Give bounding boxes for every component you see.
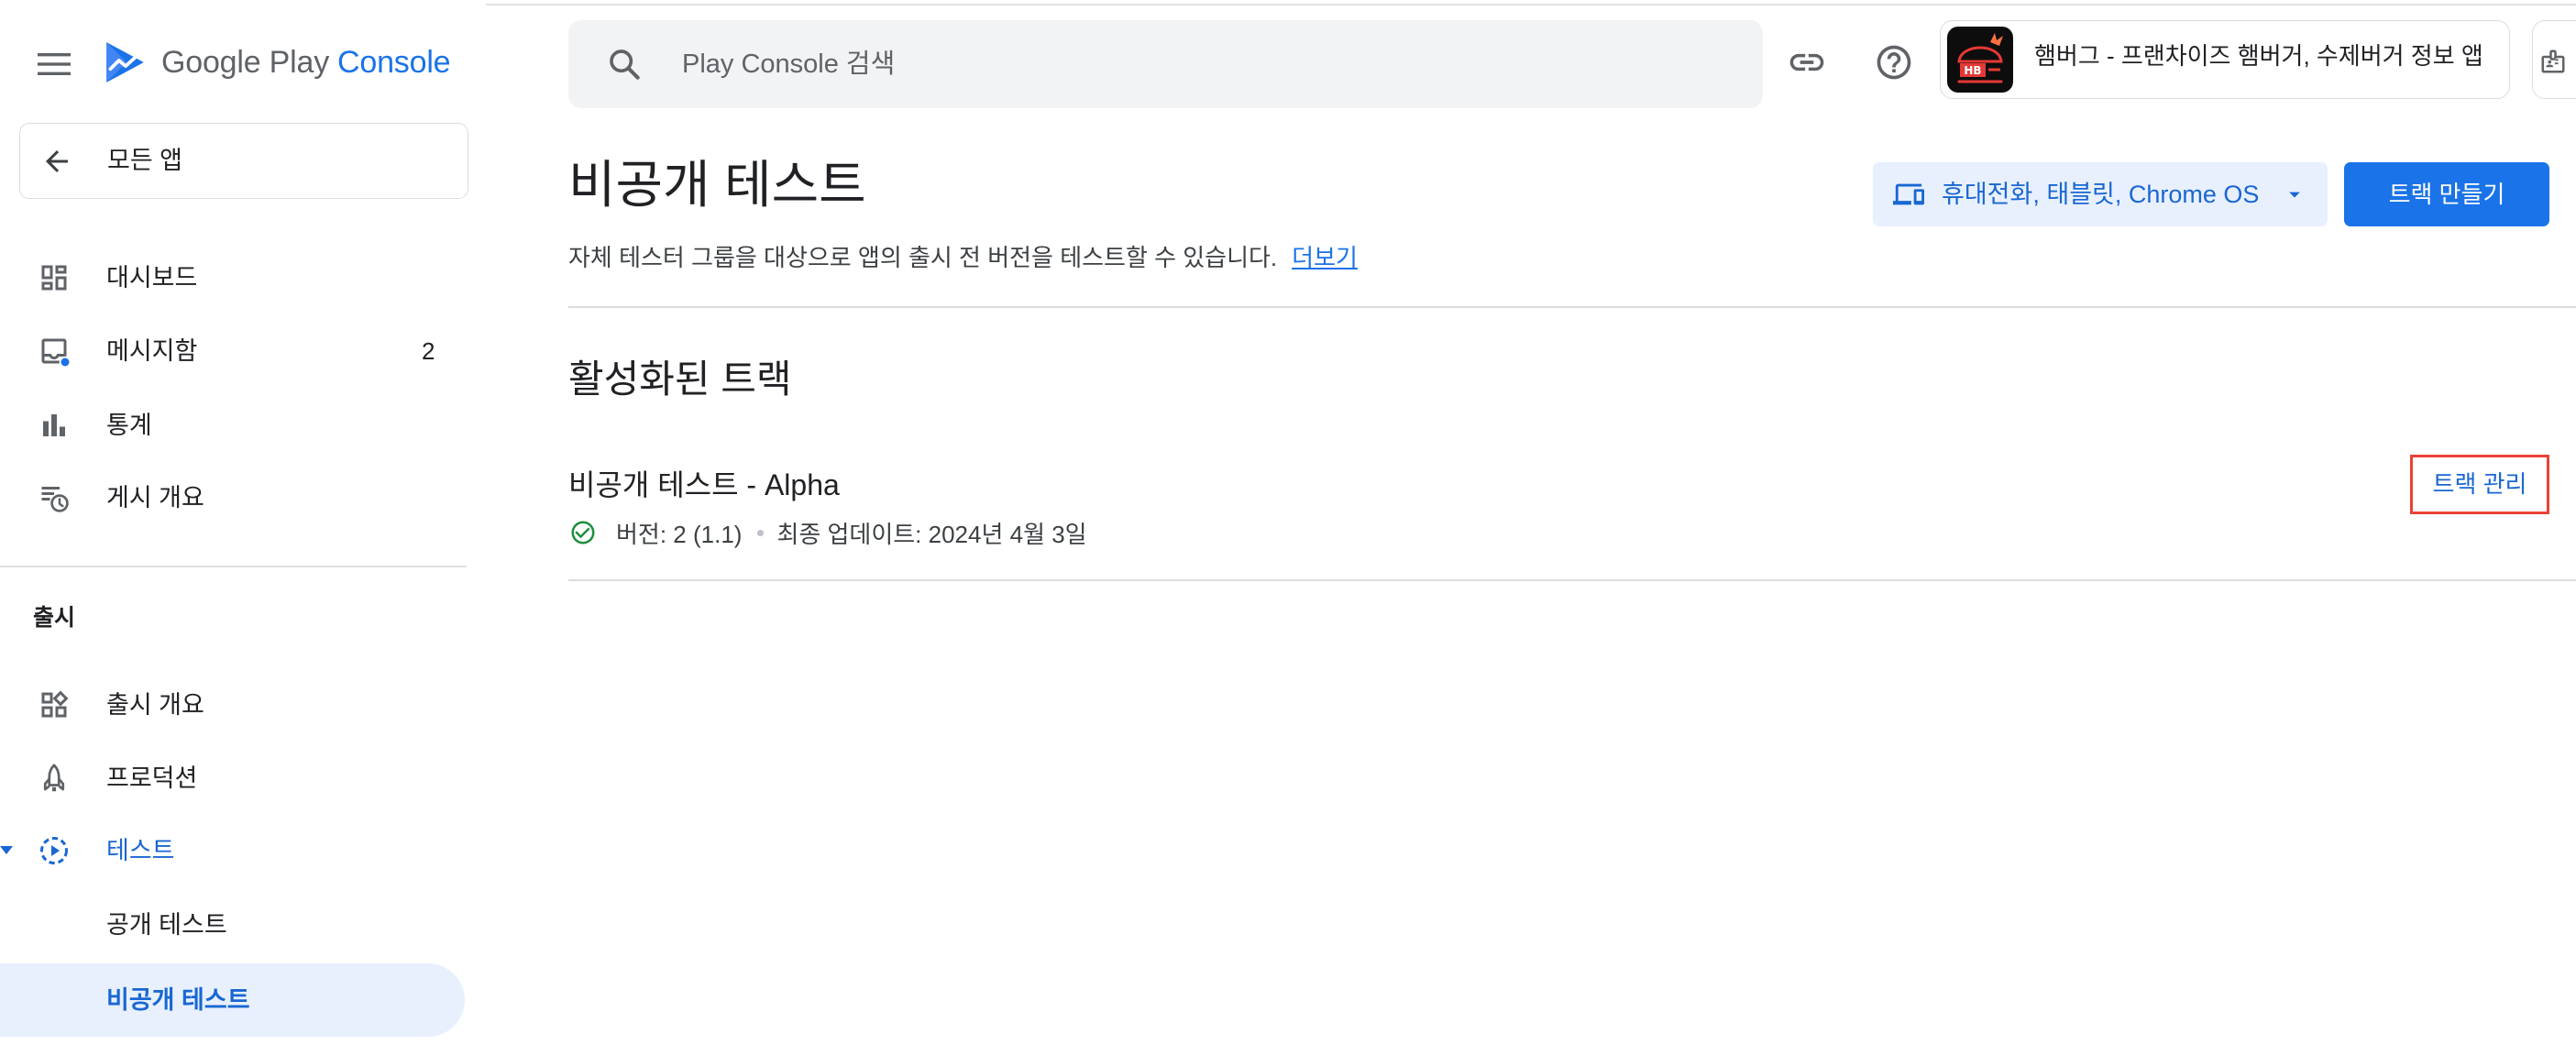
all-apps-button[interactable]: 모든 앱 bbox=[19, 123, 468, 199]
sidebar-subitem-label: 공개 테스트 bbox=[106, 911, 227, 939]
track-last-updated: 최종 업데이트: 2024년 4월 3일 bbox=[776, 520, 1087, 548]
check-circle-icon bbox=[571, 521, 595, 544]
menu-icon bbox=[38, 53, 71, 75]
statistics-icon bbox=[43, 414, 65, 436]
track-name: 비공개 테스트 - Alpha bbox=[568, 468, 840, 501]
sidebar-item-release-overview[interactable]: 출시 개요 bbox=[0, 668, 465, 742]
sidebar-item-publishing-overview[interactable]: 게시 개요 bbox=[0, 461, 465, 534]
app-selector[interactable]: HB 햄버그 - 프랜차이즈 햄버거, 수제버거 정보 앱 bbox=[1940, 20, 2510, 99]
page-description: 자체 테스터 그룹을 대상으로 앱의 출시 전 버전을 테스트할 수 있습니다.… bbox=[568, 242, 1358, 273]
badge-icon bbox=[2541, 50, 2565, 73]
header-divider bbox=[568, 306, 2576, 308]
chevron-down-icon bbox=[2289, 192, 2300, 198]
arrow-back-icon bbox=[46, 150, 68, 172]
help-icon bbox=[1877, 45, 1911, 80]
copy-link-button[interactable] bbox=[1779, 35, 1834, 90]
expand-caret-icon bbox=[0, 846, 13, 854]
page-title: 비공개 테스트 bbox=[568, 156, 866, 214]
brand-product: Google Play bbox=[161, 45, 330, 80]
device-filter-label: 휴대전화, 태블릿, Chrome OS bbox=[1942, 181, 2260, 208]
dashboard-icon bbox=[41, 265, 67, 291]
separator-dot bbox=[757, 529, 765, 536]
sidebar-section-release: 출시 bbox=[33, 605, 76, 631]
track-status-row: 버전: 2 (1.1) 최종 업데이트: 2024년 4월 3일 bbox=[569, 516, 1087, 549]
sidebar-item-label: 게시 개요 bbox=[106, 484, 204, 512]
developer-account-button[interactable] bbox=[2532, 20, 2576, 99]
production-icon bbox=[43, 764, 65, 792]
devices-icon bbox=[1893, 183, 1924, 205]
sidebar-item-label: 통계 bbox=[106, 412, 152, 439]
publishing-overview-icon bbox=[41, 487, 69, 512]
sidebar-item-testing[interactable]: 테스트 bbox=[0, 814, 465, 887]
highlight-box: 트랙 관리 bbox=[2410, 455, 2549, 514]
sidebar-subitem-label: 비공개 테스트 bbox=[106, 986, 250, 1014]
top-edge-line bbox=[486, 4, 2576, 6]
help-button[interactable] bbox=[1866, 35, 1921, 90]
link-icon bbox=[1789, 53, 1824, 72]
device-filter-dropdown[interactable]: 휴대전화, 태블릿, Chrome OS bbox=[1873, 162, 2328, 226]
sidebar-item-label: 대시보드 bbox=[106, 264, 198, 292]
sidebar-item-label: 프로덕션 bbox=[106, 764, 198, 792]
sidebar-item-closed-testing[interactable]: 비공개 테스트 bbox=[0, 963, 465, 1037]
testing-icon bbox=[40, 837, 68, 864]
active-tracks-heading: 활성화된 트랙 bbox=[568, 358, 792, 401]
manage-track-link[interactable]: 트랙 관리 bbox=[2413, 457, 2547, 512]
sidebar-item-dashboard[interactable]: 대시보드 bbox=[0, 241, 465, 314]
hamburger-app-icon: HB bbox=[1947, 27, 2013, 93]
sidebar-item-statistics[interactable]: 통계 bbox=[0, 389, 465, 462]
menu-button[interactable] bbox=[30, 43, 78, 85]
app-name: 햄버그 - 프랜차이즈 햄버거, 수제버거 정보 앱 bbox=[2034, 42, 2483, 70]
search-icon bbox=[610, 50, 640, 80]
unread-count-badge: 2 bbox=[422, 337, 435, 365]
sidebar-divider bbox=[0, 566, 467, 567]
sidebar-item-open-testing[interactable]: 공개 테스트 bbox=[0, 888, 465, 962]
sidebar-item-production[interactable]: 프로덕션 bbox=[0, 742, 465, 815]
sidebar-item-inbox[interactable]: 메시지함 2 bbox=[0, 314, 465, 388]
sidebar-item-label: 메시지함 bbox=[106, 337, 198, 365]
track-version: 버전: 2 (1.1) bbox=[616, 520, 743, 548]
create-track-button[interactable]: 트랙 만들기 bbox=[2344, 162, 2549, 226]
app-icon-lettering: HB bbox=[1964, 64, 1981, 77]
release-overview-icon bbox=[41, 690, 69, 718]
sidebar-item-label: 출시 개요 bbox=[106, 691, 204, 719]
brand-suffix: Console bbox=[337, 45, 451, 80]
search-input[interactable] bbox=[682, 20, 1736, 108]
search-bar[interactable] bbox=[568, 20, 1763, 108]
all-apps-label: 모든 앱 bbox=[107, 147, 183, 174]
page-description-text: 자체 테스터 그룹을 대상으로 앱의 출시 전 버전을 테스트할 수 있습니다. bbox=[568, 244, 1278, 271]
sidebar-item-label: 테스트 bbox=[106, 837, 175, 864]
brand-home-link[interactable]: Google Play Console bbox=[102, 39, 451, 85]
brand-wordmark: Google Play Console bbox=[161, 44, 451, 81]
play-console-logo-icon bbox=[106, 42, 144, 82]
learn-more-link[interactable]: 더보기 bbox=[1292, 244, 1358, 271]
inbox-icon bbox=[41, 338, 71, 368]
track-divider bbox=[568, 579, 2576, 581]
